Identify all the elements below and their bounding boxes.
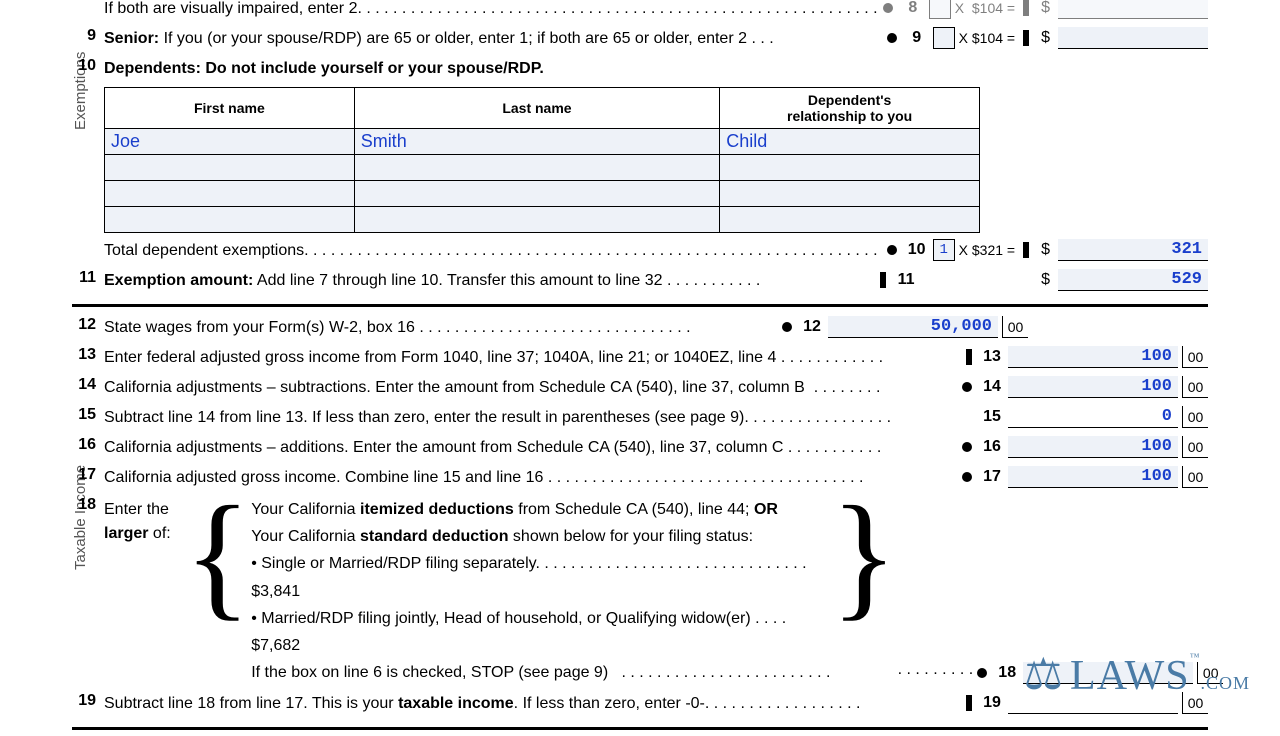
line9-number: 9 (72, 27, 104, 45)
dependents-table: First name Last name Dependent's relatio… (104, 87, 980, 233)
dep1-lastname[interactable]: Smith (354, 129, 720, 155)
line16-number: 16 (72, 436, 104, 454)
line13-amount[interactable]: 100 (1008, 346, 1178, 368)
line12-number: 12 (72, 316, 104, 334)
line10-number: 10 (72, 57, 104, 75)
table-row (105, 181, 980, 207)
table-row: Joe Smith Child (105, 129, 980, 155)
line13-text: Enter federal adjusted gross income from… (104, 349, 776, 366)
line18-married-amount: • Married/RDP filing jointly, Head of ho… (251, 605, 830, 659)
watermark-logo: ⚖ LAWS™.COM (1024, 649, 1250, 700)
line12-amount[interactable]: 50,000 (828, 316, 998, 338)
line14-number: 14 (72, 376, 104, 394)
divider (72, 304, 1208, 307)
line9-label: Senior: (104, 30, 159, 47)
dep-header-lastname: Last name (354, 88, 720, 129)
line18-single-amount: • Single or Married/RDP filing separatel… (251, 550, 830, 604)
line11-number: 11 (72, 269, 104, 287)
line11-amount[interactable]: 529 (1058, 269, 1208, 291)
table-row (105, 207, 980, 233)
line17-amount[interactable]: 100 (1008, 466, 1178, 488)
line15-amount[interactable]: 0 (1008, 406, 1178, 428)
line8-amount[interactable] (1058, 0, 1208, 19)
line17-text: California adjusted gross income. Combin… (104, 469, 543, 486)
line11-label: Exemption amount: (104, 272, 253, 289)
line10-amount[interactable]: 321 (1058, 239, 1208, 261)
line16-amount[interactable]: 100 (1008, 436, 1178, 458)
line9-box[interactable] (933, 27, 955, 49)
line19-number: 19 (72, 692, 104, 710)
line17-number: 17 (72, 466, 104, 484)
line11-text: Add line 7 through line 10. Transfer thi… (253, 272, 662, 289)
dep1-firstname[interactable]: Joe (105, 129, 355, 155)
line12-text: State wages from your Form(s) W-2, box 1… (104, 319, 415, 336)
dep-header-relationship: Dependent's relationship to you (720, 88, 980, 129)
brace-right-icon: } (830, 496, 897, 686)
line14-amount[interactable]: 100 (1008, 376, 1178, 398)
line9-text: If you (or your spouse/RDP) are 65 or ol… (159, 30, 747, 47)
line10-label: Dependents: Do not include yourself or y… (104, 60, 544, 77)
divider (72, 727, 1208, 730)
line18-number: 18 (72, 496, 104, 686)
line8-text: If both are visually impaired, enter 2 (104, 0, 357, 17)
line10-total-text: Total dependent exemptions (104, 242, 304, 259)
line8-box[interactable] (929, 0, 951, 19)
line16-text: California adjustments – additions. Ente… (104, 439, 783, 456)
table-row (105, 155, 980, 181)
dep1-relationship[interactable]: Child (720, 129, 980, 155)
line15-text: Subtract line 14 from line 13. If less t… (104, 409, 744, 426)
scale-icon: ⚖ (1024, 649, 1064, 700)
line13-number: 13 (72, 346, 104, 364)
brace-left-icon: { (184, 496, 251, 686)
line14-text: California adjustments – subtractions. E… (104, 379, 805, 396)
line9-amount[interactable] (1058, 27, 1208, 49)
line15-number: 15 (72, 406, 104, 424)
line10-count-box[interactable]: 1 (933, 239, 955, 261)
dep-header-firstname: First name (105, 88, 355, 129)
